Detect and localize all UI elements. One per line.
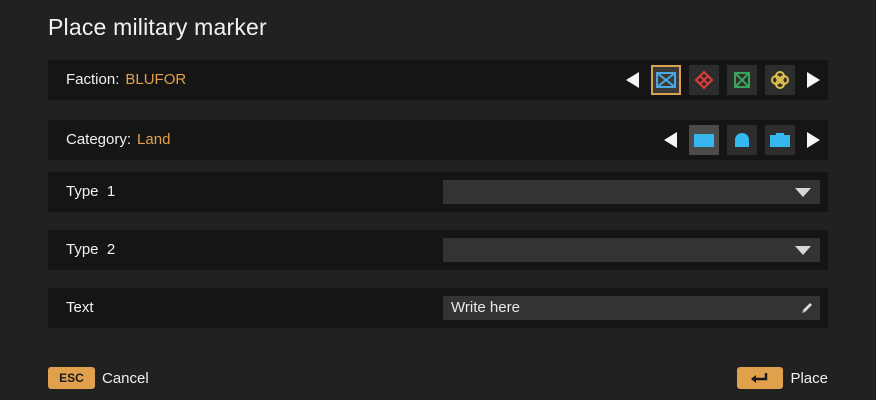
faction-label-wrap: Faction: BLUFOR <box>66 60 186 100</box>
blufor-icon <box>656 72 676 88</box>
type2-dropdown[interactable] <box>443 238 820 262</box>
category-label: Category: <box>66 131 132 148</box>
air-icon <box>735 133 749 147</box>
category-selector <box>664 125 820 155</box>
category-value: Land <box>137 131 171 148</box>
faction-row: Faction: BLUFOR <box>48 60 828 100</box>
civilian-icon <box>771 71 789 89</box>
pencil-icon <box>802 303 812 313</box>
place-label: Place <box>790 369 828 387</box>
type2-label: Type 2 <box>66 241 116 258</box>
text-input[interactable]: Write here <box>443 296 820 320</box>
category-option-air[interactable] <box>727 125 757 155</box>
faction-option-civilian[interactable] <box>765 65 795 95</box>
dialog-title: Place military marker <box>48 14 267 40</box>
category-option-land[interactable] <box>689 125 719 155</box>
type2-row: Type 2 <box>48 230 828 270</box>
text-label: Text <box>66 299 94 316</box>
faction-value: BLUFOR <box>125 71 187 88</box>
chevron-down-icon <box>795 188 811 197</box>
category-row: Category: Land <box>48 120 828 160</box>
faction-option-blufor[interactable] <box>651 65 681 95</box>
opfor-icon <box>695 71 713 89</box>
type1-row: Type 1 <box>48 172 828 212</box>
category-next-arrow-icon[interactable] <box>807 132 820 148</box>
faction-next-arrow-icon[interactable] <box>807 72 820 88</box>
faction-option-opfor[interactable] <box>689 65 719 95</box>
category-prev-arrow-icon[interactable] <box>664 132 677 148</box>
esc-key-badge: ESC <box>48 367 95 389</box>
faction-option-independent[interactable] <box>727 65 757 95</box>
faction-prev-arrow-icon[interactable] <box>626 72 639 88</box>
text-row: Text Write here <box>48 288 828 328</box>
land-icon <box>694 133 714 147</box>
sea-icon <box>770 133 790 147</box>
type1-dropdown[interactable] <box>443 180 820 204</box>
faction-label: Faction: <box>66 71 120 88</box>
enter-key-badge <box>737 367 784 389</box>
category-option-sea[interactable] <box>765 125 795 155</box>
cancel-label: Cancel <box>102 369 149 387</box>
category-label-wrap: Category: Land <box>66 120 170 160</box>
type1-label: Type 1 <box>66 183 116 200</box>
text-input-placeholder: Write here <box>451 299 520 316</box>
faction-selector <box>626 65 820 95</box>
place-button[interactable]: Place <box>737 367 828 389</box>
independent-icon <box>734 72 750 88</box>
chevron-down-icon <box>795 246 811 255</box>
cancel-button[interactable]: ESC Cancel <box>48 367 149 389</box>
enter-icon <box>751 373 768 383</box>
